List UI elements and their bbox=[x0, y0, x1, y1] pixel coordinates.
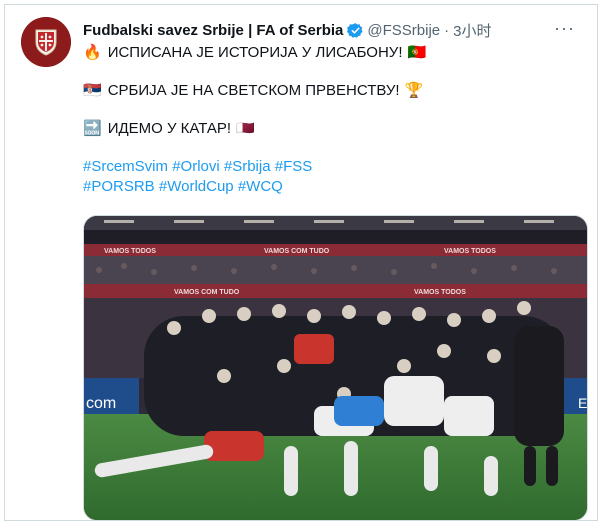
avatar[interactable] bbox=[21, 17, 71, 67]
ad-board-text: E bbox=[578, 395, 587, 411]
banner-text: VAMOS TODOS bbox=[104, 248, 156, 255]
more-options-icon[interactable]: ··· bbox=[554, 19, 575, 37]
timestamp[interactable]: 3小时 bbox=[453, 20, 491, 41]
hashtag-link[interactable]: #WCQ bbox=[238, 177, 283, 197]
banner-text: VAMOS TODOS bbox=[414, 289, 466, 296]
verified-badge-icon bbox=[347, 22, 364, 39]
hashtag-link[interactable]: #Srbija bbox=[224, 157, 271, 177]
portugal-flag-icon: 🇵🇹 bbox=[407, 44, 427, 61]
ad-board-text: com bbox=[86, 395, 116, 412]
qatar-flag-icon: 🇶🇦 bbox=[236, 120, 255, 137]
tweet-header: Fudbalski savez Srbije | FA of Serbia @F… bbox=[83, 19, 581, 41]
separator-dot: · bbox=[444, 21, 450, 39]
tweet-photo[interactable]: VAMOS TODOS VAMOS COM TUDO VAMOS TODOS V… bbox=[83, 215, 588, 521]
banner-text: VAMOS COM TUDO bbox=[264, 248, 330, 255]
tweet-line-1: 🔥 ИСПИСАНА ЈЕ ИСТОРИЈА У ЛИСАБОНУ! 🇵🇹 bbox=[83, 43, 588, 63]
banner-text: VAMOS TODOS bbox=[444, 248, 496, 255]
trophy-icon: 🏆 bbox=[404, 82, 424, 99]
serbia-flag-icon: 🇷🇸 bbox=[83, 82, 102, 99]
tweet-line-text: ИДЕМО У КАТАР! bbox=[107, 120, 232, 137]
tweet-card[interactable]: Fudbalski savez Srbije | FA of Serbia @F… bbox=[4, 4, 598, 521]
display-name[interactable]: Fudbalski savez Srbije | FA of Serbia bbox=[83, 22, 343, 39]
fire-icon: 🔥 bbox=[83, 44, 102, 61]
fss-logo-icon bbox=[21, 17, 71, 67]
hashtag-link[interactable]: #SrcemSvim bbox=[83, 157, 168, 177]
team-celebration-photo: VAMOS TODOS VAMOS COM TUDO VAMOS TODOS V… bbox=[84, 216, 587, 520]
soon-arrow-icon: 🔜 bbox=[83, 120, 102, 137]
tweet-line-3: 🔜 ИДЕМО У КАТАР! 🇶🇦 bbox=[83, 119, 588, 139]
handle[interactable]: @FSSrbije bbox=[367, 22, 440, 39]
tweet-line-text: ИСПИСАНА ЈЕ ИСТОРИЈА У ЛИСАБОНУ! bbox=[107, 44, 403, 61]
hashtag-link[interactable]: #FSS bbox=[275, 157, 313, 177]
hashtag-link[interactable]: #PORSRB bbox=[83, 177, 155, 197]
hashtag-link[interactable]: #Orlovi bbox=[172, 157, 220, 177]
banner-text: VAMOS COM TUDO bbox=[174, 289, 240, 296]
tweet-text: 🔥 ИСПИСАНА ЈЕ ИСТОРИЈА У ЛИСАБОНУ! 🇵🇹 🇷🇸… bbox=[83, 43, 588, 197]
hashtags-line-2: #PORSRB #WorldCup #WCQ bbox=[83, 177, 588, 197]
tweet-line-2: 🇷🇸 СРБИЈА ЈЕ НА СВЕТСКОМ ПРВЕНСТВУ! 🏆 bbox=[83, 81, 588, 101]
hashtag-link[interactable]: #WorldCup bbox=[159, 177, 234, 197]
tweet-line-text: СРБИЈА ЈЕ НА СВЕТСКОМ ПРВЕНСТВУ! bbox=[107, 82, 400, 99]
hashtags-line-1: #SrcemSvim #Orlovi #Srbija #FSS bbox=[83, 157, 588, 177]
